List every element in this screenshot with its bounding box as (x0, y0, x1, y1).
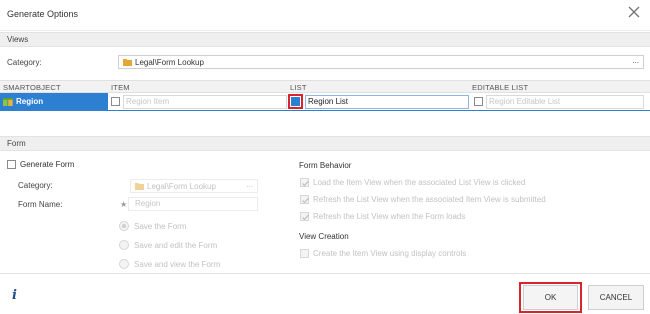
column-header-item: ITEM (111, 83, 130, 92)
save-form-radio[interactable] (119, 221, 129, 231)
views-section-header: Views (0, 32, 650, 47)
save-view-form-radio[interactable] (119, 259, 129, 269)
views-category-picker[interactable]: Legal\Form Lookup ... (118, 55, 644, 69)
generate-options-dialog: Generate Options Views Category: Legal\F… (0, 0, 650, 314)
info-icon[interactable]: i (12, 288, 17, 303)
views-category-label: Category: (7, 58, 42, 67)
view-creation-heading: View Creation (299, 232, 349, 241)
folder-icon (123, 59, 132, 66)
save-form-label: Save the Form (134, 222, 187, 231)
smartobject-cell[interactable]: Region (0, 93, 108, 111)
form-name-label: Form Name: (18, 200, 63, 209)
item-view-name-input[interactable]: Region Item (123, 95, 287, 109)
form-behavior-heading: Form Behavior (299, 161, 352, 170)
form-category-picker[interactable]: Legal\Form Lookup ... (130, 179, 258, 193)
refresh-list-on-submit-label: Refresh the List View when the associate… (313, 195, 546, 204)
title-bar: Generate Options (0, 0, 650, 31)
views-category-browse-button[interactable]: ... (632, 56, 639, 65)
table-row[interactable]: Region Region Item Region List Region Ed… (0, 93, 650, 111)
views-table-header: SMARTOBJECT ITEM LIST EDITABLE LIST (0, 80, 650, 93)
check-icon (302, 197, 309, 204)
views-category-value: Legal\Form Lookup (135, 58, 204, 67)
check-icon (302, 180, 309, 187)
folder-icon (135, 183, 144, 190)
load-item-view-label: Load the Item View when the associated L… (313, 178, 526, 187)
cancel-button[interactable]: CANCEL (588, 285, 644, 310)
item-view-checkbox[interactable] (111, 97, 120, 106)
form-section-label: Form (7, 139, 26, 148)
editable-list-view-checkbox[interactable] (474, 97, 483, 106)
smartobject-icon (3, 98, 13, 106)
form-category-browse-button[interactable]: ... (246, 180, 253, 189)
display-controls-label: Create the Item View using display contr… (313, 249, 467, 258)
save-edit-form-radio[interactable] (119, 240, 129, 250)
display-controls-checkbox[interactable] (300, 249, 309, 258)
column-header-smartobject: SMARTOBJECT (3, 83, 61, 92)
refresh-list-on-load-checkbox[interactable] (300, 212, 309, 221)
refresh-list-on-load-label: Refresh the List View when the Form load… (313, 212, 466, 221)
check-icon (302, 214, 309, 221)
form-category-label: Category: (18, 181, 53, 190)
save-edit-form-label: Save and edit the Form (134, 241, 218, 250)
generate-form-checkbox[interactable] (7, 160, 16, 169)
form-category-value: Legal\Form Lookup (147, 182, 216, 191)
column-header-editable-list: EDITABLE LIST (472, 83, 529, 92)
list-view-name-input[interactable]: Region List (305, 95, 469, 109)
required-star-icon: ★ (120, 200, 128, 209)
ok-button-highlight (519, 282, 582, 313)
dialog-footer: i OK CANCEL (0, 273, 650, 314)
save-view-form-label: Save and view the Form (134, 260, 221, 269)
form-section-header: Form (0, 136, 650, 151)
generate-form-label: Generate Form (20, 160, 75, 169)
close-icon[interactable] (628, 6, 640, 18)
smartobject-name: Region (16, 97, 44, 106)
views-section-label: Views (7, 35, 29, 44)
column-header-list: LIST (290, 83, 307, 92)
refresh-list-on-submit-checkbox[interactable] (300, 195, 309, 204)
form-name-input[interactable]: Region (128, 197, 258, 211)
dialog-title: Generate Options (7, 9, 79, 19)
load-item-view-checkbox[interactable] (300, 178, 309, 187)
editable-list-view-name-input[interactable]: Region Editable List (486, 95, 644, 109)
list-checkbox-highlight (288, 94, 303, 109)
